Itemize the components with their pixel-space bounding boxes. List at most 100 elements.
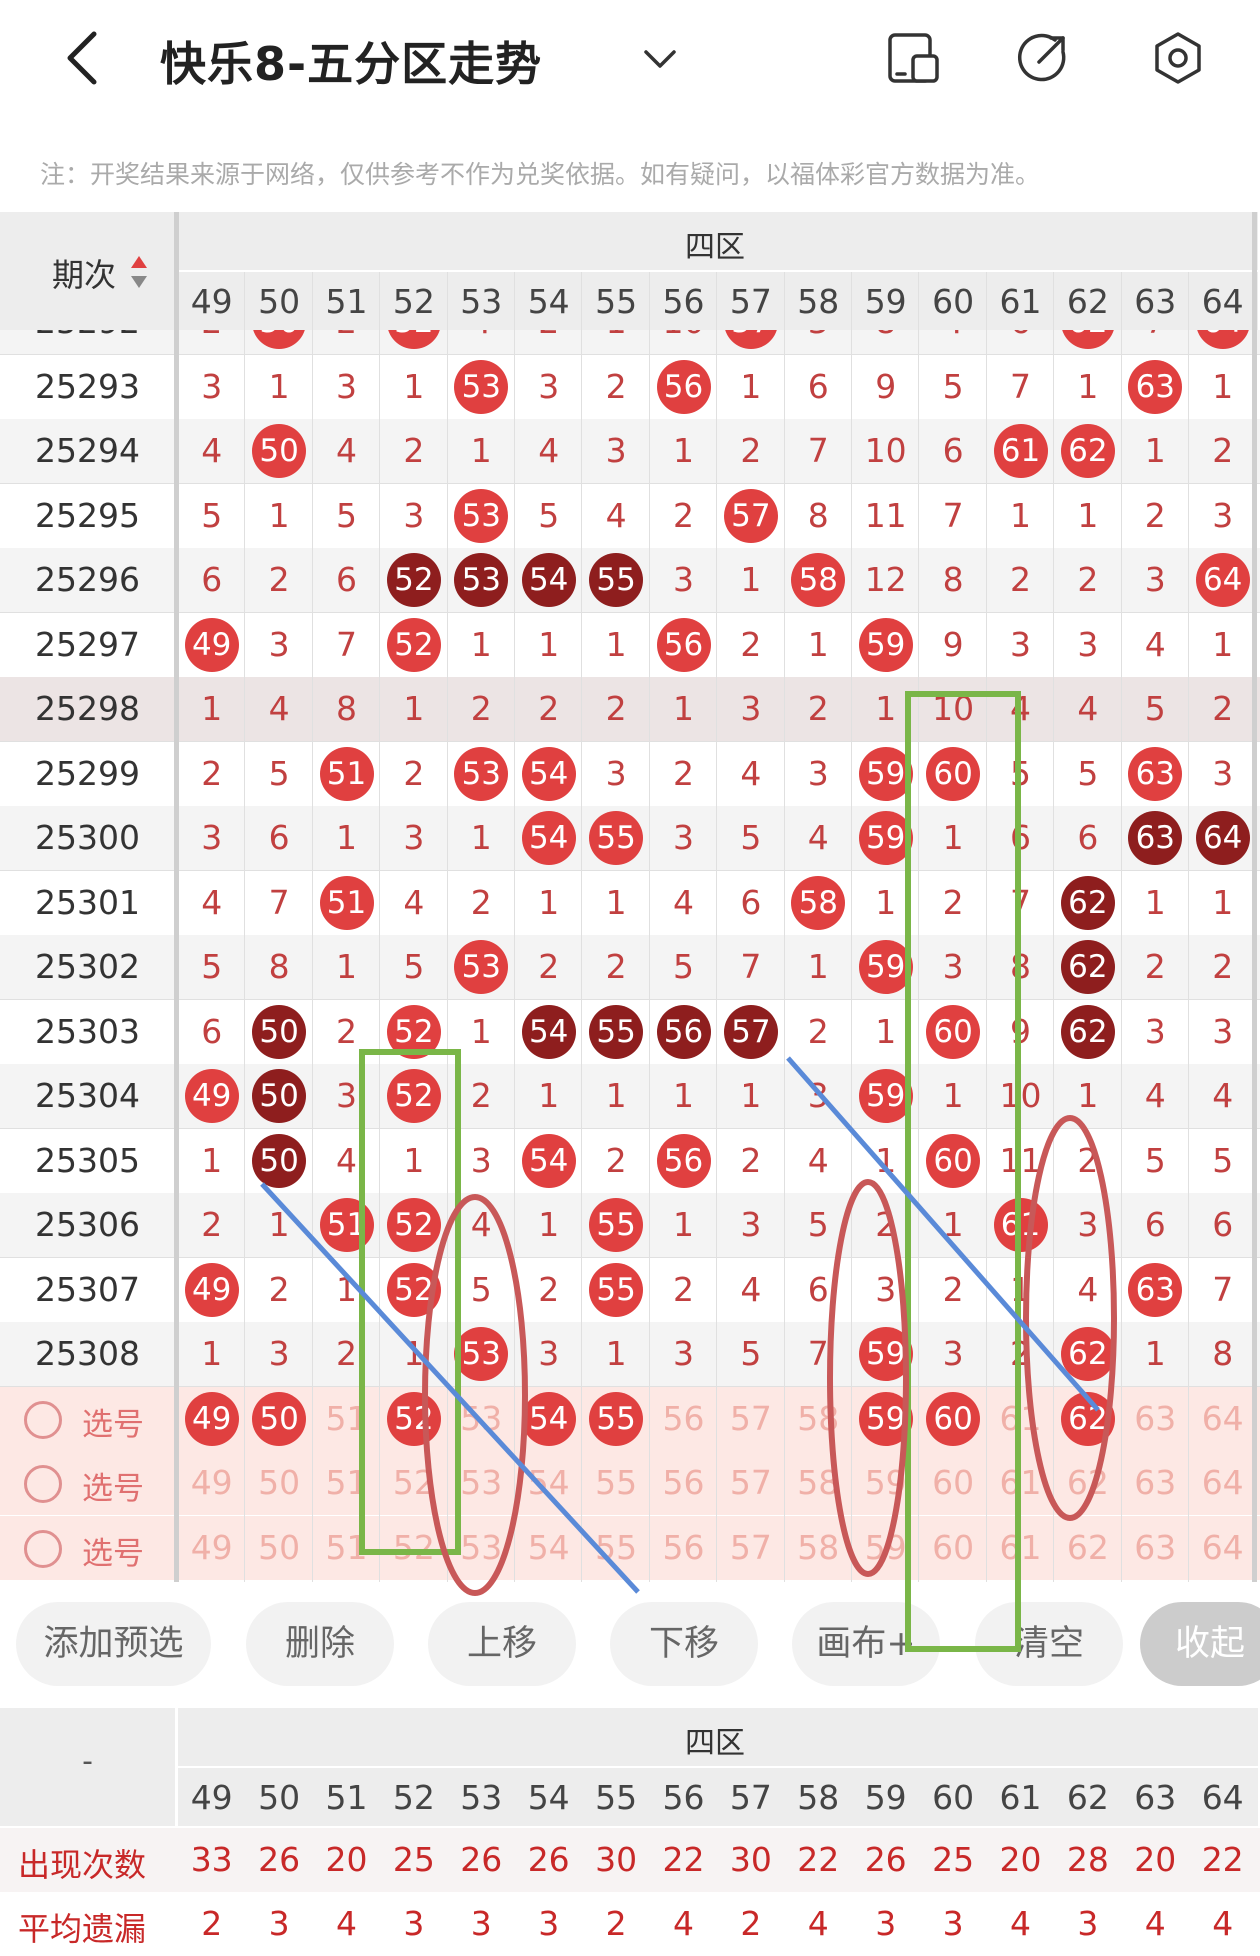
selectable-number[interactable]: 64 bbox=[1191, 1387, 1255, 1451]
selectable-number[interactable]: 53 bbox=[449, 1451, 513, 1515]
number-ball[interactable]: 50 bbox=[252, 1391, 307, 1446]
selectable-number[interactable]: 61 bbox=[989, 1451, 1053, 1515]
number-ball: 57 bbox=[723, 488, 778, 543]
selectable-number[interactable]: 50 bbox=[247, 1451, 311, 1515]
miss-value: 2 bbox=[740, 431, 762, 470]
layout-toggle-icon[interactable] bbox=[885, 30, 941, 86]
number-ball[interactable]: 60 bbox=[926, 1391, 981, 1446]
share-icon[interactable] bbox=[1015, 30, 1071, 86]
selectable-number[interactable]: 63 bbox=[1123, 1516, 1187, 1580]
selectable-number[interactable]: 58 bbox=[786, 1516, 850, 1580]
selectable-number[interactable]: 50 bbox=[247, 1516, 311, 1580]
selection-row[interactable]: 选号 49 50 51 52 53 54 55 56 57 58 59 60 61 62 63 64 bbox=[0, 1451, 1260, 1515]
number-ball[interactable]: 62 bbox=[1060, 1391, 1115, 1446]
miss-value: 1 bbox=[336, 818, 357, 857]
selectable-number[interactable]: 64 bbox=[1191, 1451, 1255, 1515]
move-up-button[interactable]: 上移 bbox=[428, 1602, 576, 1686]
number-column-header: 58 bbox=[797, 282, 840, 321]
selectable-number[interactable]: 57 bbox=[719, 1451, 783, 1515]
selectable-number[interactable]: 57 bbox=[719, 1516, 783, 1580]
miss-value: 1 bbox=[875, 689, 897, 728]
selectable-number[interactable]: 54 bbox=[517, 1451, 581, 1515]
selectable-number[interactable]: 51 bbox=[315, 1387, 379, 1451]
select-label: 选号 bbox=[82, 1471, 144, 1507]
selectable-number[interactable]: 57 bbox=[719, 1387, 783, 1451]
clear-button[interactable]: 清空 bbox=[975, 1602, 1123, 1686]
selectable-number[interactable]: 54 bbox=[517, 1516, 581, 1580]
miss-value: 1 bbox=[875, 1011, 897, 1051]
selectable-number[interactable]: 49 bbox=[180, 1451, 244, 1515]
selectable-number[interactable]: 55 bbox=[584, 1451, 648, 1515]
collapse-button[interactable]: 收起 bbox=[1140, 1602, 1260, 1686]
selectable-number[interactable]: 59 bbox=[854, 1451, 918, 1515]
selectable-number[interactable]: 61 bbox=[989, 1516, 1053, 1580]
number-column-header: 50 bbox=[258, 282, 301, 321]
back-icon[interactable] bbox=[58, 28, 108, 88]
selectable-number[interactable]: 60 bbox=[921, 1516, 985, 1580]
selectable-number[interactable]: 51 bbox=[315, 1516, 379, 1580]
table-row: 25293 3 1 3 1 53 3 2 56 1 6 9 5 7 1 63 1 bbox=[0, 355, 1260, 420]
add-preselect-button[interactable]: 添加预选 bbox=[16, 1602, 211, 1686]
selectable-number[interactable]: 63 bbox=[1123, 1387, 1187, 1451]
average-miss-value: 4 bbox=[673, 1904, 694, 1943]
move-down-button[interactable]: 下移 bbox=[610, 1602, 758, 1686]
number-ball[interactable]: 52 bbox=[386, 1391, 441, 1446]
grid-line bbox=[244, 272, 246, 1582]
miss-value: 4 bbox=[336, 431, 357, 470]
number-ball: 54 bbox=[521, 1133, 576, 1188]
number-ball[interactable]: 54 bbox=[521, 1391, 576, 1446]
selectable-number[interactable]: 52 bbox=[382, 1451, 446, 1515]
chevron-down-icon[interactable] bbox=[640, 38, 680, 78]
selectable-number[interactable]: 53 bbox=[449, 1516, 513, 1580]
select-radio[interactable] bbox=[24, 1465, 62, 1503]
settings-icon[interactable] bbox=[1150, 30, 1206, 86]
canvas-button[interactable]: 画布+ bbox=[792, 1602, 940, 1686]
selectable-number[interactable]: 49 bbox=[180, 1516, 244, 1580]
selectable-number[interactable]: 56 bbox=[652, 1516, 716, 1580]
number-ball[interactable]: 49 bbox=[184, 1391, 239, 1446]
number-ball: 59 bbox=[858, 1069, 913, 1123]
selection-row[interactable]: 选号 49 50 51 52 53 54 55 56 57 58 59 60 61 62 63 64 bbox=[0, 1386, 1260, 1451]
delete-button[interactable]: 删除 bbox=[246, 1602, 394, 1686]
miss-value: 4 bbox=[1144, 1076, 1166, 1115]
number-ball: 54 bbox=[521, 746, 576, 801]
selectable-number[interactable]: 51 bbox=[315, 1451, 379, 1515]
miss-value: 3 bbox=[268, 1334, 290, 1373]
selectable-number[interactable]: 52 bbox=[382, 1516, 446, 1580]
selectable-number[interactable]: 56 bbox=[652, 1451, 716, 1515]
selectable-number[interactable]: 63 bbox=[1123, 1451, 1187, 1515]
occurrence-value: 20 bbox=[1134, 1840, 1177, 1879]
miss-value: 2 bbox=[1144, 495, 1166, 535]
select-label: 选号 bbox=[82, 1406, 144, 1443]
miss-value: 1 bbox=[1212, 624, 1234, 664]
number-ball[interactable]: 55 bbox=[589, 1391, 644, 1446]
sort-icon[interactable] bbox=[130, 252, 148, 292]
selectable-number[interactable]: 62 bbox=[1056, 1516, 1120, 1580]
selectable-number[interactable]: 58 bbox=[786, 1387, 850, 1451]
miss-value: 3 bbox=[1010, 624, 1031, 664]
selectable-number[interactable]: 55 bbox=[584, 1516, 648, 1580]
occurrence-value: 30 bbox=[595, 1840, 638, 1879]
number-ball[interactable]: 59 bbox=[858, 1391, 913, 1446]
miss-value: 1 bbox=[605, 1076, 627, 1115]
select-radio[interactable] bbox=[24, 1529, 62, 1568]
selectable-number[interactable]: 59 bbox=[854, 1516, 918, 1580]
selectable-number[interactable]: 64 bbox=[1191, 1516, 1255, 1580]
stats-number-header: 61 bbox=[999, 1778, 1042, 1817]
selectable-number[interactable]: 56 bbox=[652, 1387, 716, 1451]
selectable-number[interactable]: 60 bbox=[921, 1451, 985, 1515]
period-number: 25294 bbox=[35, 431, 140, 470]
miss-value: 3 bbox=[1212, 1011, 1234, 1051]
selectable-number[interactable]: 61 bbox=[989, 1387, 1053, 1451]
miss-value: 4 bbox=[740, 1269, 762, 1309]
occurrence-value: 25 bbox=[392, 1840, 435, 1879]
selectable-number[interactable]: 62 bbox=[1056, 1451, 1120, 1515]
miss-value: 3 bbox=[673, 560, 694, 599]
average-miss-value: 2 bbox=[740, 1904, 762, 1943]
selectable-number[interactable]: 58 bbox=[786, 1451, 850, 1515]
select-radio[interactable] bbox=[24, 1400, 62, 1439]
number-ball: 54 bbox=[521, 553, 576, 607]
selectable-number[interactable]: 53 bbox=[449, 1387, 513, 1451]
miss-value: 8 bbox=[854, 330, 918, 354]
selection-row[interactable]: 选号 49 50 51 52 53 54 55 56 57 58 59 60 61 62 63 64 bbox=[0, 1515, 1260, 1580]
